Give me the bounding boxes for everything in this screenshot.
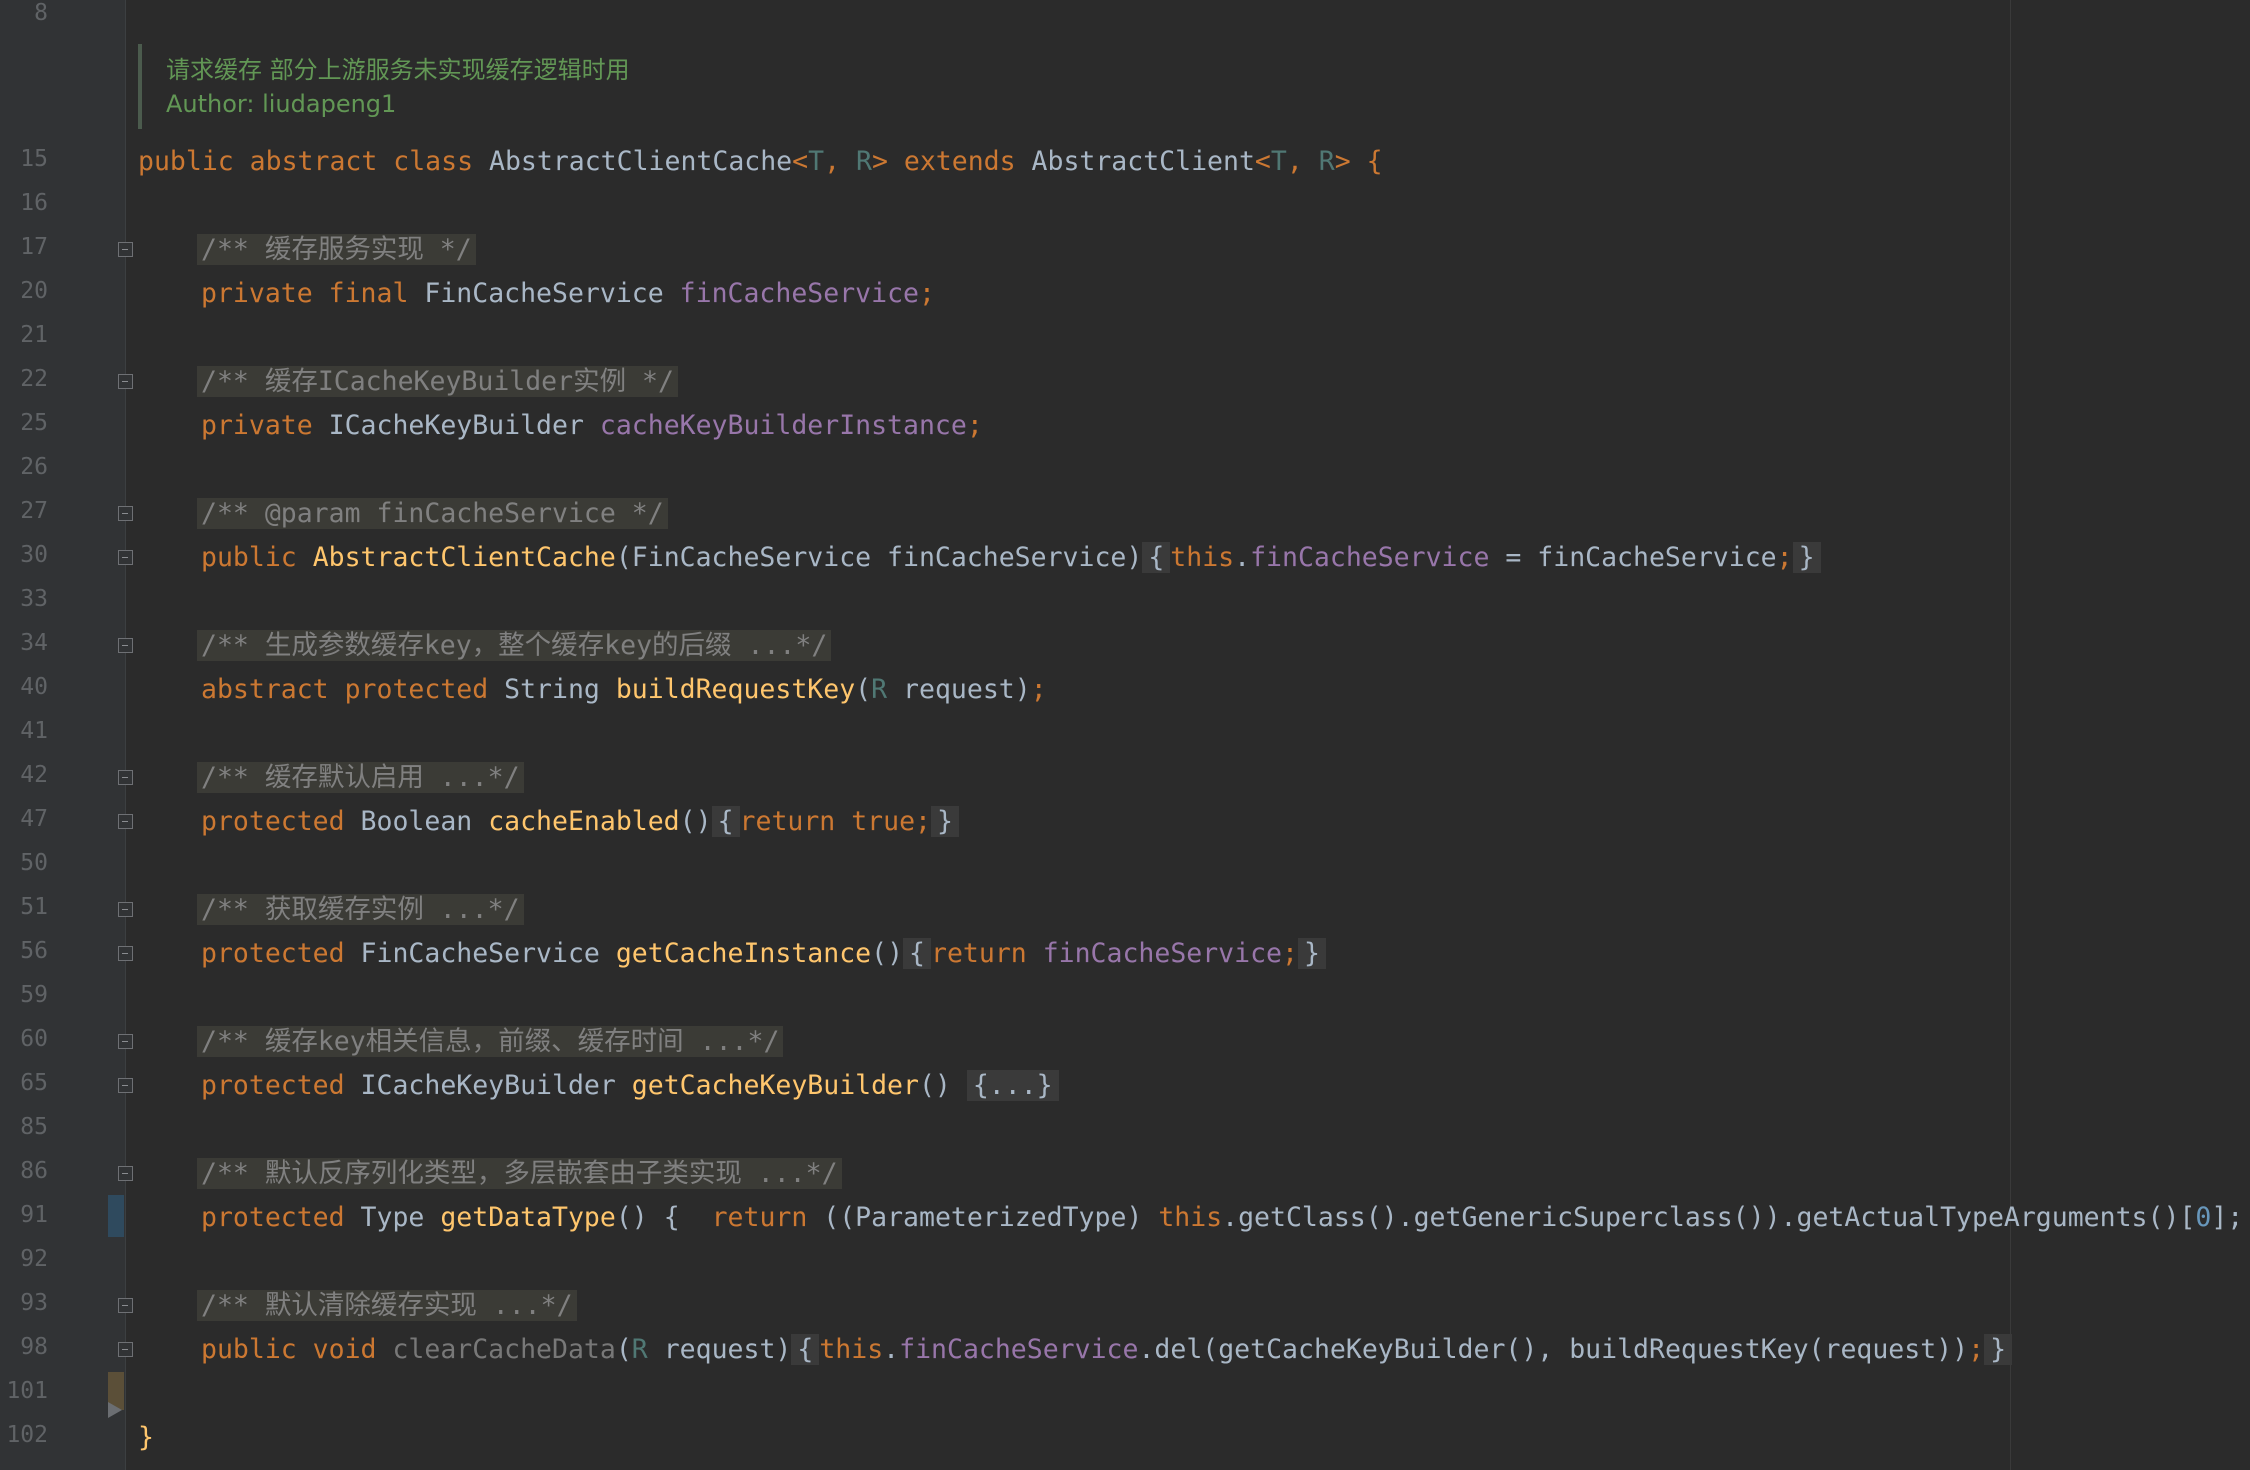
code-line-comment[interactable]: /** 缓存默认启用 ...*/ (197, 758, 524, 798)
fold-toggle-icon[interactable] (118, 946, 133, 961)
line-number: 92 (20, 1246, 48, 1272)
line-number: 27 (20, 498, 48, 524)
code-line-cache-enabled[interactable]: protected Boolean cacheEnabled(){return … (201, 802, 959, 842)
fold-toggle-icon[interactable] (118, 1034, 133, 1049)
code-line-comment[interactable]: /** @param finCacheService */ (197, 494, 668, 534)
code-line-class-declaration[interactable]: public abstract class AbstractClientCach… (138, 142, 1383, 182)
code-line-field-fincacheservice[interactable]: private final FinCacheService finCacheSe… (201, 274, 935, 314)
code-line-class-end[interactable]: } (138, 1418, 154, 1458)
code-line-field-cachekeybuilder[interactable]: private ICacheKeyBuilder cacheKeyBuilder… (201, 406, 983, 446)
line-number: 50 (20, 850, 48, 876)
code-line-comment[interactable]: /** 默认清除缓存实现 ...*/ (197, 1286, 577, 1326)
code-line-comment[interactable]: /** 缓存服务实现 */ (197, 230, 476, 270)
fold-toggle-icon[interactable] (118, 1078, 133, 1093)
line-number: 15 (20, 146, 48, 172)
code-line-clear-cache-data[interactable]: public void clearCacheData(R request){th… (201, 1330, 2013, 1370)
code-line-get-cache-instance[interactable]: protected FinCacheService getCacheInstan… (201, 934, 1326, 974)
line-number: 60 (20, 1026, 48, 1052)
folded-block[interactable]: {...} (966, 1070, 1059, 1101)
right-margin-guide (2010, 0, 2011, 1470)
line-number: 26 (20, 454, 48, 480)
line-number: 42 (20, 762, 48, 788)
code-line-comment[interactable]: /** 缓存key相关信息，前缀、缓存时间 ...*/ (197, 1022, 784, 1062)
line-number: 85 (20, 1114, 48, 1140)
line-number: 25 (20, 410, 48, 436)
line-number: 21 (20, 322, 48, 348)
line-number: 65 (20, 1070, 48, 1096)
doc-comment-author: Author: liudapeng1 (166, 90, 397, 118)
line-number: 56 (20, 938, 48, 964)
line-number: 101 (6, 1378, 48, 1404)
code-line-get-data-type[interactable]: protected Type getDataType() { return ((… (201, 1198, 2250, 1238)
code-line-comment[interactable]: /** 缓存ICacheKeyBuilder实例 */ (197, 362, 678, 402)
line-number: 59 (20, 982, 48, 1008)
line-number: 8 (34, 0, 48, 26)
fold-toggle-icon[interactable] (118, 242, 133, 257)
line-number: 41 (20, 718, 48, 744)
fold-toggle-icon[interactable] (118, 1342, 133, 1357)
change-marker (108, 1195, 124, 1237)
code-line-constructor[interactable]: public AbstractClientCache(FinCacheServi… (201, 538, 1821, 578)
line-number: 40 (20, 674, 48, 700)
line-number: 34 (20, 630, 48, 656)
fold-toggle-icon[interactable] (118, 1298, 133, 1313)
line-number: 86 (20, 1158, 48, 1184)
fold-toggle-icon[interactable] (118, 506, 133, 521)
code-line-get-cache-key-builder[interactable]: protected ICacheKeyBuilder getCacheKeyBu… (201, 1066, 1059, 1106)
fold-toggle-icon[interactable] (118, 374, 133, 389)
line-number: 93 (20, 1290, 48, 1316)
code-line-comment[interactable]: /** 获取缓存实例 ...*/ (197, 890, 524, 930)
line-number: 17 (20, 234, 48, 260)
line-number: 16 (20, 190, 48, 216)
line-number: 91 (20, 1202, 48, 1228)
line-number: 47 (20, 806, 48, 832)
line-number: 33 (20, 586, 48, 612)
line-number: 30 (20, 542, 48, 568)
gutter-separator (125, 0, 126, 1470)
fold-toggle-icon[interactable] (118, 1166, 133, 1181)
code-line-build-request-key[interactable]: abstract protected String buildRequestKe… (201, 670, 1047, 710)
line-number: 22 (20, 366, 48, 392)
code-line-comment[interactable]: /** 生成参数缓存key，整个缓存key的后缀 ...*/ (197, 626, 832, 666)
line-number: 51 (20, 894, 48, 920)
fold-toggle-icon[interactable] (118, 550, 133, 565)
fold-toggle-icon[interactable] (118, 814, 133, 829)
code-line-comment[interactable]: /** 默认反序列化类型，多层嵌套由子类实现 ...*/ (197, 1154, 842, 1194)
fold-toggle-icon[interactable] (118, 902, 133, 917)
line-number: 102 (6, 1422, 48, 1448)
line-number: 98 (20, 1334, 48, 1360)
fold-toggle-icon[interactable] (118, 770, 133, 785)
fold-toggle-icon[interactable] (118, 638, 133, 653)
run-arrow-icon[interactable] (108, 1402, 122, 1418)
doc-comment-description: 请求缓存 部分上游服务未实现缓存逻辑时用 (166, 56, 630, 84)
line-number: 20 (20, 278, 48, 304)
rendered-doc-comment[interactable] (138, 44, 142, 129)
